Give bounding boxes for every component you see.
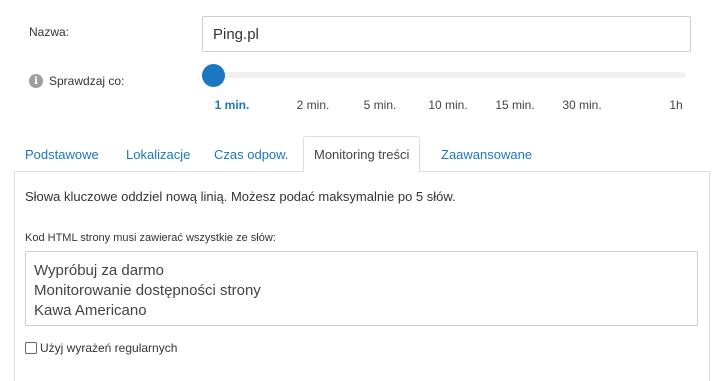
interval-tick-1min[interactable]: 1 min. bbox=[215, 98, 250, 112]
interval-tick-5min[interactable]: 5 min. bbox=[364, 98, 397, 112]
keywords-label: Kod HTML strony musi zawierać wszystkie … bbox=[25, 232, 276, 244]
interval-slider[interactable] bbox=[202, 64, 686, 87]
regex-checkbox[interactable] bbox=[25, 342, 37, 354]
regex-label: Użyj wyrażeń regularnych bbox=[40, 341, 178, 355]
slider-thumb[interactable] bbox=[202, 64, 225, 87]
check-interval-label: Sprawdzaj co: bbox=[49, 74, 125, 88]
tab-bar: Podstawowe Lokalizacje Czas odpow. Monit… bbox=[14, 136, 710, 172]
check-interval-label-row: i Sprawdzaj co: bbox=[29, 74, 124, 88]
info-icon[interactable]: i bbox=[29, 74, 43, 88]
name-label: Nazwa: bbox=[29, 25, 70, 39]
slider-track[interactable] bbox=[202, 72, 686, 78]
tab-zaawansowane[interactable]: Zaawansowane bbox=[441, 136, 532, 172]
regex-option[interactable]: Użyj wyrażeń regularnych bbox=[25, 341, 177, 355]
tab-podstawowe[interactable]: Podstawowe bbox=[25, 136, 99, 172]
interval-tick-1h[interactable]: 1h bbox=[669, 98, 682, 112]
tab-panel-monitoring: Słowa kluczowe oddziel nową linią. Możes… bbox=[14, 171, 710, 381]
interval-tick-2min[interactable]: 2 min. bbox=[297, 98, 330, 112]
keywords-description: Słowa kluczowe oddziel nową linią. Możes… bbox=[25, 189, 456, 204]
tab-monitoring-tresci[interactable]: Monitoring treści bbox=[303, 136, 421, 172]
tab-lokalizacje[interactable]: Lokalizacje bbox=[126, 136, 190, 172]
interval-tick-15min[interactable]: 15 min. bbox=[495, 98, 534, 112]
tab-czas-odpow[interactable]: Czas odpow. bbox=[214, 136, 288, 172]
name-input[interactable] bbox=[202, 16, 691, 52]
interval-tick-30min[interactable]: 30 min. bbox=[562, 98, 601, 112]
interval-tick-10min[interactable]: 10 min. bbox=[428, 98, 467, 112]
keywords-textarea[interactable]: Wypróbuj za darmo Monitorowanie dostępno… bbox=[25, 251, 698, 326]
